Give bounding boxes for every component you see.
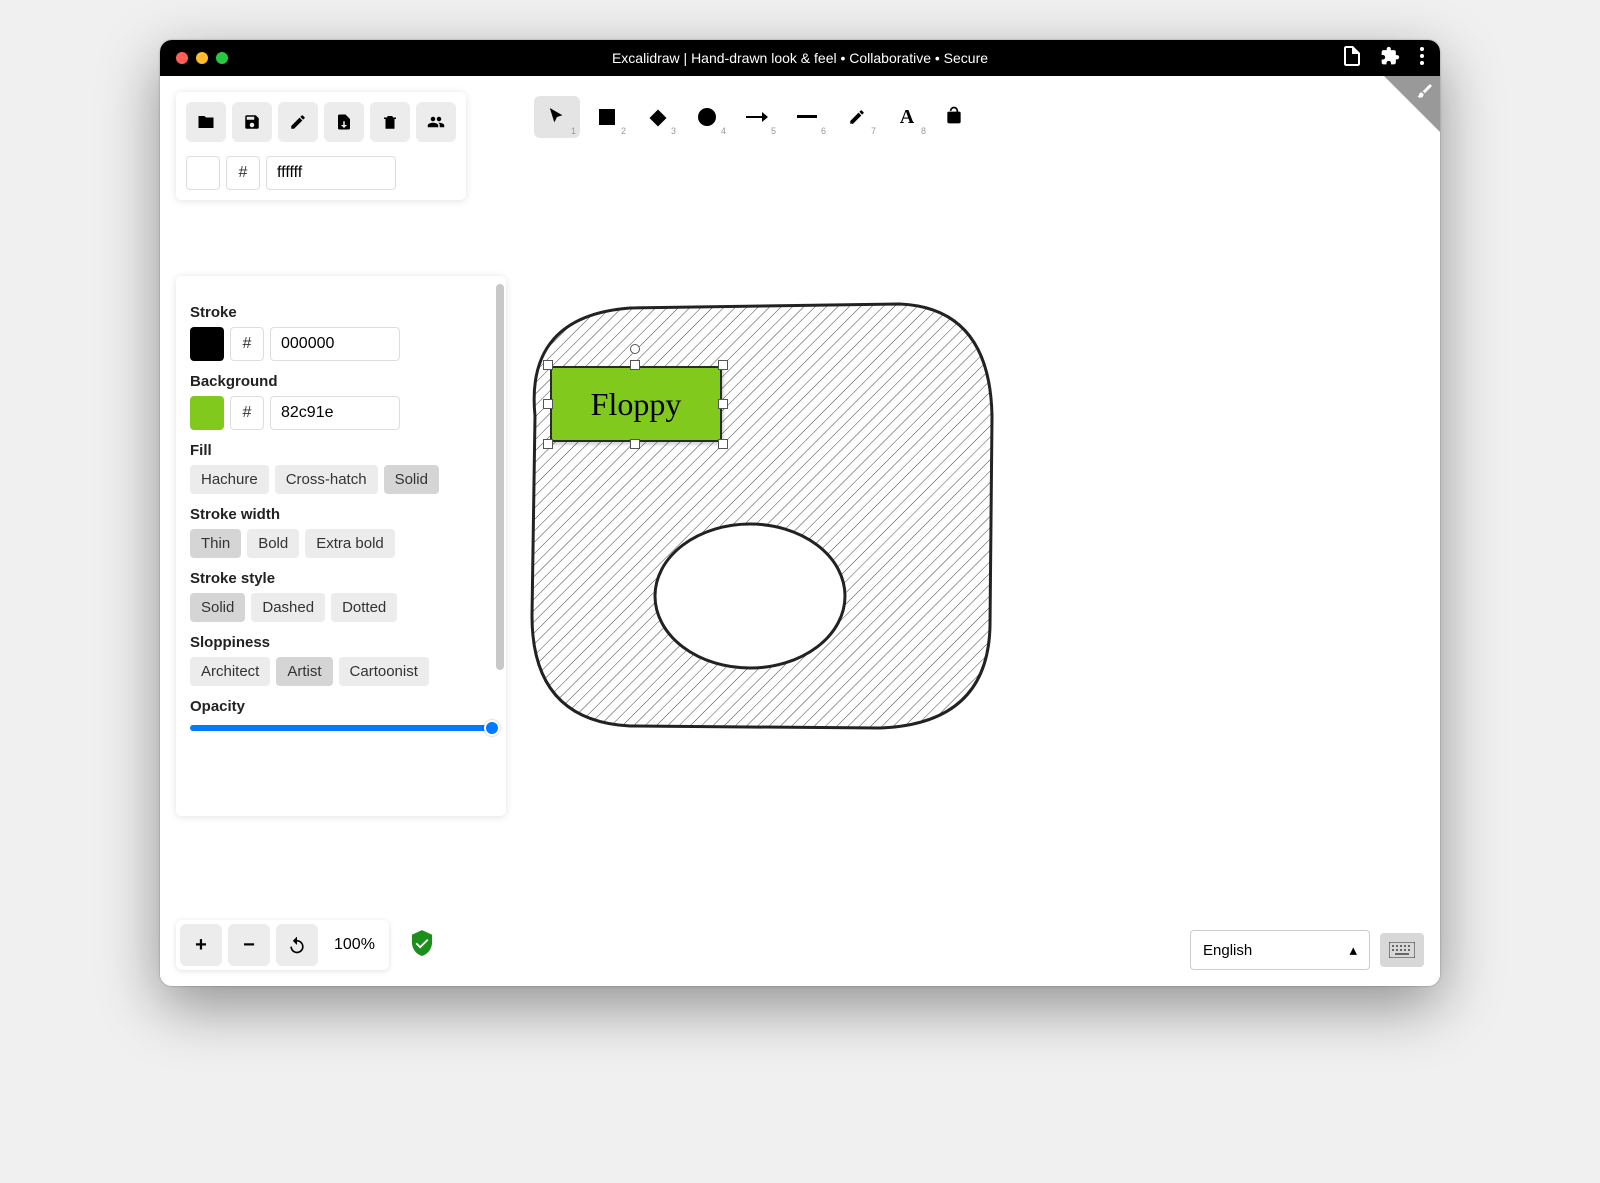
traffic-lights bbox=[176, 52, 228, 64]
zoom-reset-button[interactable] bbox=[276, 924, 318, 966]
zoom-controls: + − 100% bbox=[176, 920, 389, 970]
line-tool[interactable]: 6 bbox=[784, 96, 830, 138]
bottom-bar: + − 100% bbox=[176, 920, 433, 970]
app-body: Floppy # bbox=[160, 76, 1440, 986]
file-icon[interactable] bbox=[1344, 46, 1360, 71]
stroke-width-extra[interactable]: Extra bold bbox=[305, 529, 395, 558]
arrow-tool[interactable]: 5 bbox=[734, 96, 780, 138]
resize-handle-se[interactable] bbox=[718, 439, 728, 449]
open-button[interactable] bbox=[186, 102, 226, 142]
rectangle-tool[interactable]: 2 bbox=[584, 96, 630, 138]
ellipse-tool[interactable]: 4 bbox=[684, 96, 730, 138]
sloppiness-architect[interactable]: Architect bbox=[190, 657, 270, 686]
hash-label: # bbox=[230, 396, 264, 430]
resize-handle-ne[interactable] bbox=[718, 360, 728, 370]
rotation-handle[interactable] bbox=[630, 344, 640, 354]
stroke-style-dashed[interactable]: Dashed bbox=[251, 593, 325, 622]
chevron-up-icon: ▴ bbox=[1349, 941, 1357, 959]
stroke-style-dotted[interactable]: Dotted bbox=[331, 593, 397, 622]
stroke-width-thin[interactable]: Thin bbox=[190, 529, 241, 558]
stroke-style-solid[interactable]: Solid bbox=[190, 593, 245, 622]
file-panel: # bbox=[176, 92, 466, 200]
minimize-window-button[interactable] bbox=[196, 52, 208, 64]
encrypted-shield-icon bbox=[411, 930, 433, 961]
panel-scrollbar[interactable] bbox=[496, 284, 504, 670]
sloppiness-cartoonist[interactable]: Cartoonist bbox=[339, 657, 429, 686]
stroke-swatch[interactable] bbox=[190, 327, 224, 361]
sloppiness-label: Sloppiness bbox=[190, 634, 492, 651]
kebab-menu-icon[interactable] bbox=[1420, 47, 1424, 70]
text-tool[interactable]: A 8 bbox=[884, 96, 930, 138]
floppy-shape[interactable] bbox=[520, 296, 1000, 746]
background-label: Background bbox=[190, 373, 492, 390]
bottom-right: English ▴ bbox=[1190, 930, 1424, 970]
close-window-button[interactable] bbox=[176, 52, 188, 64]
resize-handle-s[interactable] bbox=[630, 439, 640, 449]
save-button[interactable] bbox=[232, 102, 272, 142]
extension-icon[interactable] bbox=[1380, 46, 1400, 71]
hash-label: # bbox=[226, 156, 260, 190]
floppy-text-element[interactable]: Floppy bbox=[550, 366, 722, 442]
canvas-bg-swatch[interactable] bbox=[186, 156, 220, 190]
keyboard-shortcuts-button[interactable] bbox=[1380, 933, 1424, 967]
window-title: Excalidraw | Hand-drawn look & feel • Co… bbox=[160, 50, 1440, 66]
fill-crosshatch[interactable]: Cross-hatch bbox=[275, 465, 378, 494]
zoom-value: 100% bbox=[324, 924, 385, 966]
stroke-width-label: Stroke width bbox=[190, 506, 492, 523]
fill-solid[interactable]: Solid bbox=[384, 465, 439, 494]
resize-handle-sw[interactable] bbox=[543, 439, 553, 449]
resize-handle-w[interactable] bbox=[543, 399, 553, 409]
opacity-slider-thumb[interactable] bbox=[484, 720, 500, 736]
app-window: Excalidraw | Hand-drawn look & feel • Co… bbox=[160, 40, 1440, 986]
stroke-color-input[interactable] bbox=[270, 327, 400, 361]
sloppiness-artist[interactable]: Artist bbox=[276, 657, 332, 686]
stroke-style-label: Stroke style bbox=[190, 570, 492, 587]
resize-handle-nw[interactable] bbox=[543, 360, 553, 370]
fill-hachure[interactable]: Hachure bbox=[190, 465, 269, 494]
selection-tool[interactable]: 1 bbox=[534, 96, 580, 138]
opacity-slider[interactable] bbox=[190, 725, 492, 731]
hash-label: # bbox=[230, 327, 264, 361]
zoom-out-button[interactable]: − bbox=[228, 924, 270, 966]
fill-label: Fill bbox=[190, 442, 492, 459]
lock-tool-toggle[interactable] bbox=[944, 105, 964, 130]
tool-strip: 1 2 3 4 5 6 7 bbox=[530, 92, 968, 142]
save-as-button[interactable] bbox=[278, 102, 318, 142]
stroke-width-bold[interactable]: Bold bbox=[247, 529, 299, 558]
zoom-in-button[interactable]: + bbox=[180, 924, 222, 966]
draw-tool[interactable]: 7 bbox=[834, 96, 880, 138]
maximize-window-button[interactable] bbox=[216, 52, 228, 64]
shape-properties-panel: Stroke # Background # Fill Hachure Cross… bbox=[176, 276, 506, 816]
diamond-tool[interactable]: 3 bbox=[634, 96, 680, 138]
language-value: English bbox=[1203, 942, 1252, 959]
canvas-bg-input[interactable] bbox=[266, 156, 396, 190]
export-button[interactable] bbox=[324, 102, 364, 142]
titlebar-actions bbox=[1344, 46, 1424, 71]
resize-handle-e[interactable] bbox=[718, 399, 728, 409]
background-color-input[interactable] bbox=[270, 396, 400, 430]
titlebar: Excalidraw | Hand-drawn look & feel • Co… bbox=[160, 40, 1440, 76]
collaborate-button[interactable] bbox=[416, 102, 456, 142]
background-swatch[interactable] bbox=[190, 396, 224, 430]
language-select[interactable]: English ▴ bbox=[1190, 930, 1370, 970]
opacity-label: Opacity bbox=[190, 698, 492, 715]
brush-icon bbox=[1416, 82, 1434, 105]
clear-canvas-button[interactable] bbox=[370, 102, 410, 142]
resize-handle-n[interactable] bbox=[630, 360, 640, 370]
stroke-label: Stroke bbox=[190, 304, 492, 321]
